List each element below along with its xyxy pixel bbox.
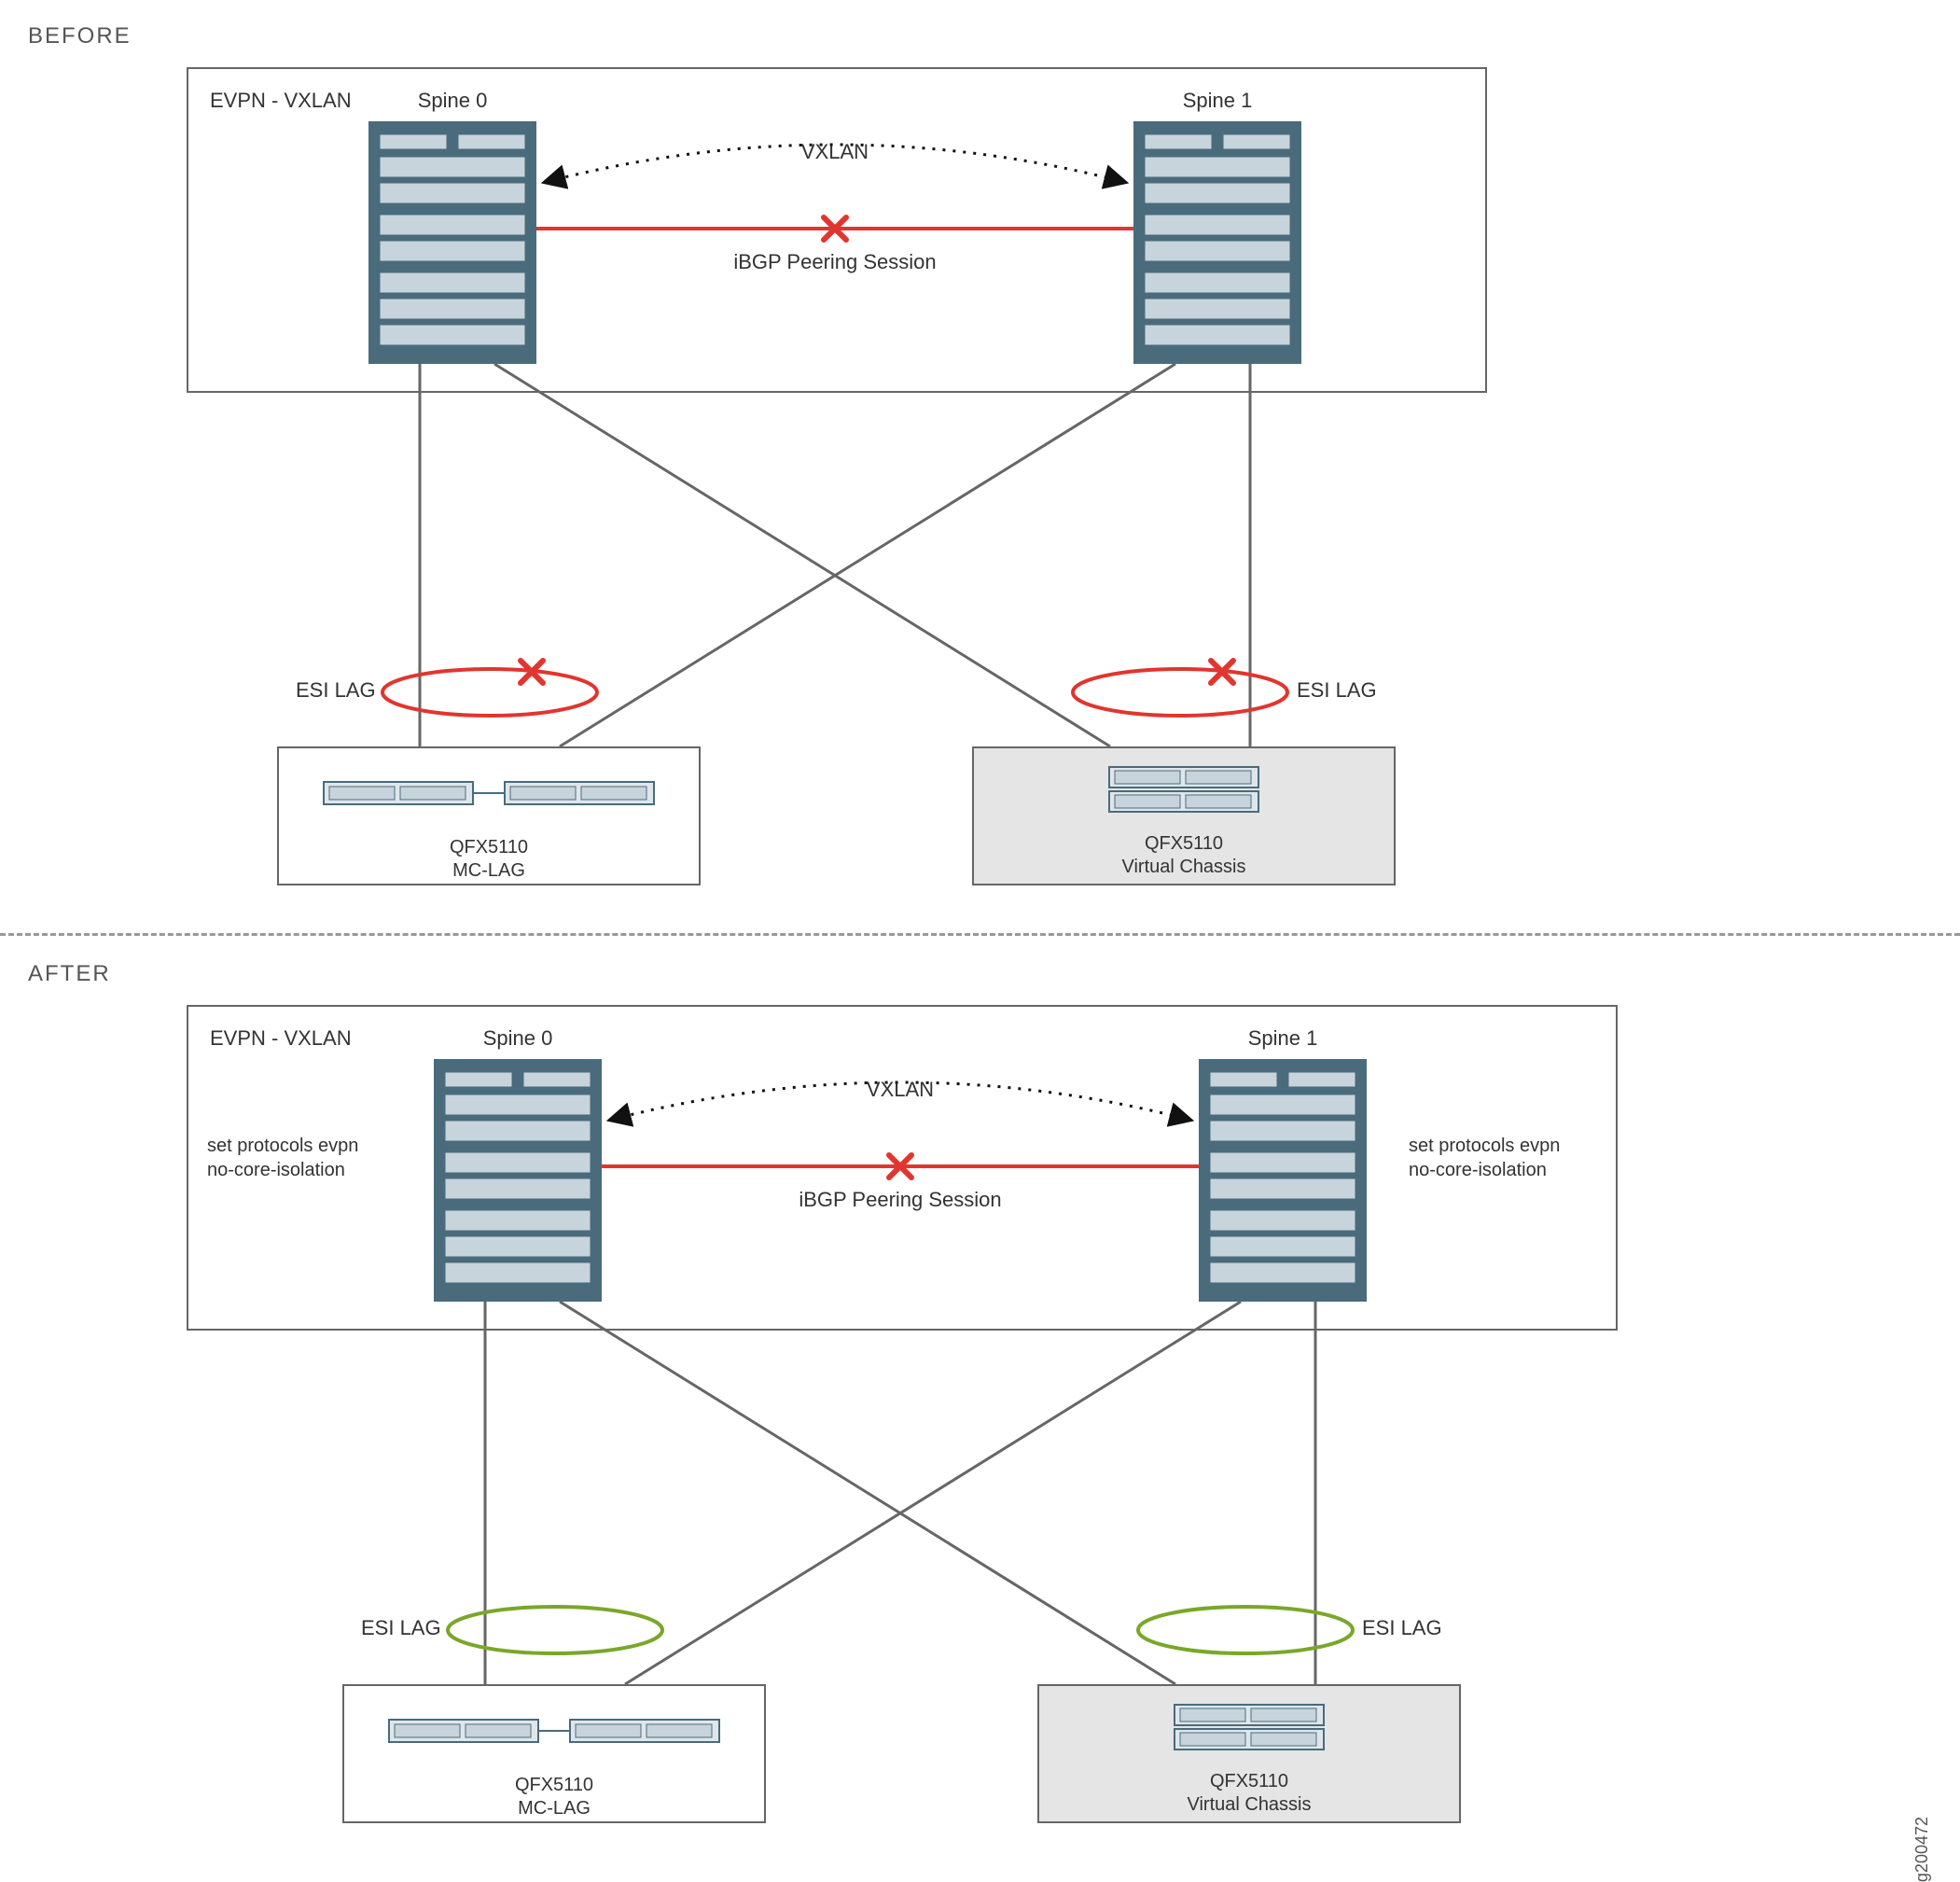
vxlan-label-before: VXLAN xyxy=(751,140,919,164)
esi-left-after: ESI LAG xyxy=(361,1616,441,1640)
leaf-vc-before: QFX5110 Virtual Chassis xyxy=(972,746,1396,885)
leaf-mclag-after: QFX5110 MC-LAG xyxy=(342,1684,766,1823)
leaf-vc-after: QFX5110 Virtual Chassis xyxy=(1037,1684,1461,1823)
rack-switch-icon xyxy=(1109,767,1258,812)
esi-ellipse-left-after xyxy=(448,1607,662,1653)
spine0-label-after: Spine 0 xyxy=(434,1026,602,1051)
esi-x-left-before xyxy=(521,661,543,683)
ibgp-label-after: iBGP Peering Session xyxy=(760,1188,1040,1212)
rack-switch-icon xyxy=(389,1720,719,1742)
spine1-label-before: Spine 1 xyxy=(1133,89,1301,113)
diagram-canvas: BEFORE EVPN - VXLAN Spine 0 Spine 1 VXLA… xyxy=(28,28,1932,1845)
leaf-mclag-name-after: QFX5110 xyxy=(515,1775,593,1795)
leaf-vc-name-before: QFX5110 xyxy=(1145,833,1223,854)
spine1-config-after: set protocols evpn no-core-isolation xyxy=(1409,1134,1560,1182)
esi-left-before: ESI LAG xyxy=(296,678,376,703)
leaf-vc-name-after: QFX5110 xyxy=(1210,1771,1288,1791)
rack-switch-icon xyxy=(1175,1705,1324,1750)
spine1-label-after: Spine 1 xyxy=(1199,1026,1367,1051)
esi-ellipse-right-after xyxy=(1138,1607,1353,1653)
leaf-mclag-name-before: QFX5110 xyxy=(450,837,528,857)
esi-right-after: ESI LAG xyxy=(1362,1616,1442,1640)
evpn-label-after: EVPN - VXLAN xyxy=(210,1026,352,1051)
evpn-box-before xyxy=(187,67,1487,393)
leaf-vc-sub-after: Virtual Chassis xyxy=(1187,1794,1311,1815)
spine0-label-before: Spine 0 xyxy=(368,89,536,113)
leaf-vc-sub-before: Virtual Chassis xyxy=(1121,857,1245,877)
leaf-mclag-before: QFX5110 MC-LAG xyxy=(277,746,701,885)
evpn-label-before: EVPN - VXLAN xyxy=(210,89,352,113)
esi-ellipse-left-before xyxy=(382,669,597,716)
after-label: AFTER xyxy=(28,961,111,987)
divider xyxy=(0,933,1960,936)
esi-right-before: ESI LAG xyxy=(1297,678,1377,703)
ibgp-label-before: iBGP Peering Session xyxy=(695,250,975,274)
esi-ellipse-right-before xyxy=(1073,669,1287,716)
esi-x-right-before xyxy=(1211,661,1233,683)
evpn-box-after xyxy=(187,1005,1618,1331)
leaf-mclag-sub-before: MC-LAG xyxy=(452,860,525,881)
spine0-config-after: set protocols evpn no-core-isolation xyxy=(207,1134,358,1182)
crosslinks-before xyxy=(420,364,1250,746)
crosslinks-after xyxy=(485,1302,1315,1684)
before-label: BEFORE xyxy=(28,23,132,49)
leaf-mclag-sub-after: MC-LAG xyxy=(518,1798,591,1819)
vxlan-label-after: VXLAN xyxy=(816,1078,984,1102)
rack-switch-icon xyxy=(324,782,654,804)
